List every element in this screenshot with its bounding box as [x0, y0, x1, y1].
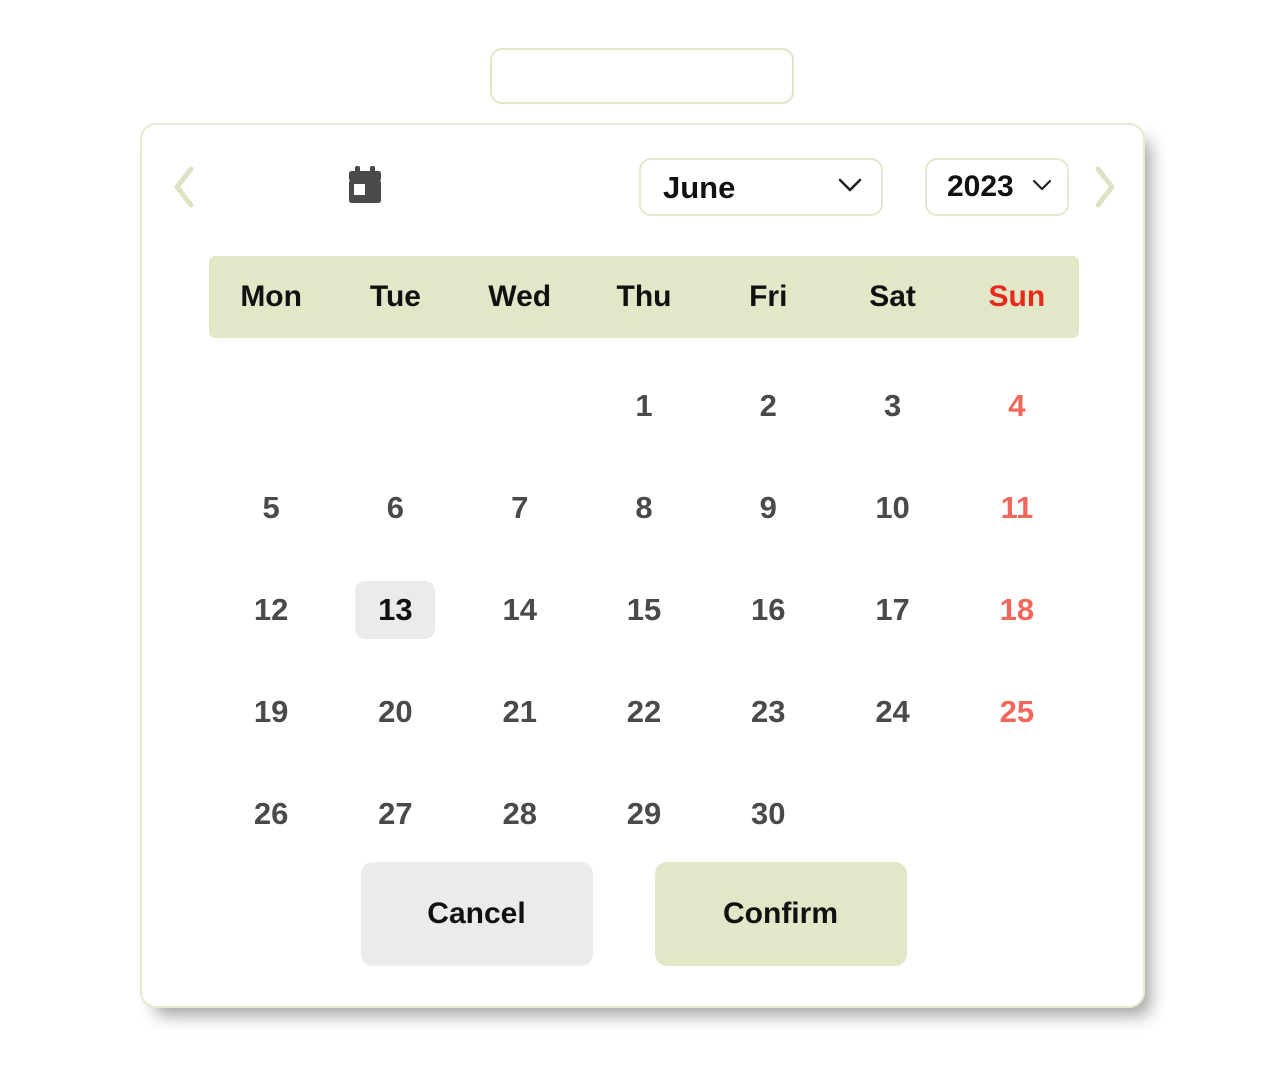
- chevron-right-icon: [1092, 165, 1118, 209]
- prev-month-arrow[interactable]: [156, 157, 212, 217]
- year-select-value: 2023: [947, 170, 1014, 203]
- date-cell-label: 10: [875, 490, 910, 525]
- date-cell-empty: [830, 763, 954, 865]
- date-cell[interactable]: 16: [706, 559, 830, 661]
- date-cell[interactable]: 17: [830, 559, 954, 661]
- date-cell[interactable]: 13: [333, 559, 457, 661]
- date-cell-label: 3: [883, 388, 902, 423]
- weekday-header-tue: Tue: [369, 280, 421, 313]
- weekday-header-sat: Sat: [869, 280, 916, 313]
- date-cell[interactable]: 25: [955, 661, 1079, 763]
- date-cell-label: 15: [626, 592, 662, 627]
- date-cell-label: 30: [751, 796, 786, 831]
- chevron-down-icon: [837, 177, 863, 198]
- chevron-left-icon: [171, 165, 197, 209]
- date-cell[interactable]: 12: [209, 559, 333, 661]
- date-cell[interactable]: 23: [706, 661, 830, 763]
- date-cell[interactable]: 19: [209, 661, 333, 763]
- weekday-header-thu: Thu: [616, 280, 672, 313]
- weekday-header-sun: Sun: [988, 280, 1046, 313]
- confirm-button[interactable]: Confirm: [654, 862, 907, 966]
- chevron-down-icon: [1031, 178, 1053, 197]
- date-cell[interactable]: 1: [582, 355, 706, 457]
- date-cell[interactable]: 2: [706, 355, 830, 457]
- date-cell[interactable]: 26: [209, 763, 333, 865]
- date-grid: 1 2 3 4 5 6 7 8 9 10 11 12 13 14 15 16 17 18 19 20 21 22 23 24 2…: [209, 355, 1079, 865]
- date-picker-card: June 2023 Mon Tue Wed Thu Fri Sat Sun 1 …: [140, 123, 1145, 1008]
- date-cell[interactable]: 30: [706, 763, 830, 865]
- date-cell[interactable]: 5: [209, 457, 333, 559]
- date-cell-label: 29: [626, 796, 662, 831]
- date-cell-label: 7: [511, 490, 529, 525]
- date-cell[interactable]: 29: [582, 763, 706, 865]
- date-cell-label: 9: [759, 490, 777, 525]
- picker-footer: Cancel Confirm: [142, 862, 1143, 966]
- date-cell-label: 22: [626, 694, 662, 729]
- date-cell[interactable]: 14: [458, 559, 582, 661]
- month-select-value: June: [663, 169, 736, 205]
- weekday-header-mon: Mon: [240, 280, 302, 313]
- weekday-header-wed: Wed: [488, 280, 552, 313]
- date-cell[interactable]: 21: [458, 661, 582, 763]
- date-cell-label: 11: [1000, 490, 1034, 525]
- date-cell[interactable]: 15: [582, 559, 706, 661]
- date-cell-blank: [853, 785, 933, 843]
- date-cell[interactable]: 11: [955, 457, 1079, 559]
- date-cell-empty: [209, 355, 333, 457]
- date-cell-label: 12: [253, 592, 289, 627]
- date-cell-blank: [231, 377, 311, 435]
- date-cell-label: 18: [999, 592, 1035, 627]
- date-cell-label: 17: [875, 592, 910, 627]
- date-cell[interactable]: 10: [830, 457, 954, 559]
- date-cell[interactable]: 22: [582, 661, 706, 763]
- date-cell-label: 26: [253, 796, 289, 831]
- date-cell-empty: [955, 763, 1079, 865]
- next-month-arrow[interactable]: [1077, 157, 1133, 217]
- date-cell-label: 28: [502, 796, 537, 831]
- picker-header: June 2023: [142, 125, 1143, 249]
- date-cell-label: 2: [759, 388, 777, 423]
- date-cell[interactable]: 18: [955, 559, 1079, 661]
- date-cell-label: 14: [502, 592, 537, 627]
- date-cell[interactable]: 7: [458, 457, 582, 559]
- date-cell-label: 20: [378, 694, 413, 729]
- year-select[interactable]: 2023: [925, 158, 1069, 216]
- date-input[interactable]: [490, 48, 794, 104]
- date-cell[interactable]: 3: [830, 355, 954, 457]
- date-cell-label: 23: [751, 694, 786, 729]
- month-select[interactable]: June: [639, 158, 883, 216]
- weekday-header-row: Mon Tue Wed Thu Fri Sat Sun: [209, 256, 1079, 338]
- cancel-button[interactable]: Cancel: [360, 862, 593, 966]
- date-cell[interactable]: 20: [333, 661, 457, 763]
- weekday-header-fri: Fri: [749, 280, 788, 313]
- date-cell-empty: [333, 355, 457, 457]
- date-cell-label: 5: [262, 490, 280, 525]
- date-cell-label: 1: [635, 388, 653, 423]
- date-cell-empty: [458, 355, 582, 457]
- date-cell[interactable]: 24: [830, 661, 954, 763]
- date-cell-label: 4: [1008, 388, 1026, 423]
- date-cell-blank: [480, 377, 560, 435]
- date-cell-label: 21: [502, 694, 537, 729]
- calendar-icon: [346, 165, 384, 210]
- date-cell-label: 27: [378, 796, 413, 831]
- date-cell-label: 8: [635, 490, 653, 525]
- date-cell[interactable]: 9: [706, 457, 830, 559]
- date-cell-label: 19: [253, 694, 289, 729]
- date-cell-label: 25: [999, 694, 1035, 729]
- date-cell-label: 24: [875, 694, 910, 729]
- date-cell-label: 16: [751, 592, 786, 627]
- date-cell[interactable]: 4: [955, 355, 1079, 457]
- date-input-container: [490, 48, 794, 104]
- date-cell-blank: [355, 377, 435, 435]
- calendar-icon-button[interactable]: [280, 165, 450, 210]
- date-cell[interactable]: 6: [333, 457, 457, 559]
- date-cell-label: 6: [386, 490, 405, 525]
- date-cell[interactable]: 28: [458, 763, 582, 865]
- date-cell[interactable]: 27: [333, 763, 457, 865]
- date-cell-label: 13: [355, 581, 436, 639]
- date-cell-blank: [977, 785, 1057, 843]
- date-cell[interactable]: 8: [582, 457, 706, 559]
